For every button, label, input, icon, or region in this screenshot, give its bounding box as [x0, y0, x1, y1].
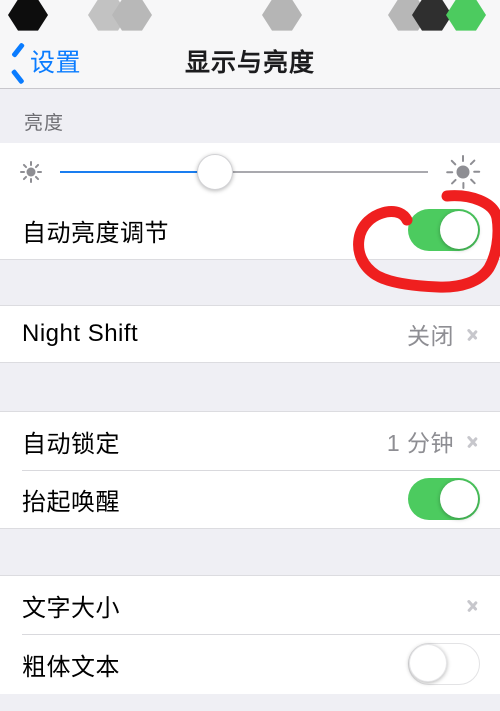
raise-to-wake-label: 抬起唤醒 — [22, 488, 120, 516]
text-group: 文字大小 粗体文本 — [0, 576, 500, 694]
sun-ray — [37, 171, 42, 173]
night-shift-label: Night Shift — [22, 320, 139, 347]
night-shift-group: Night Shift 关闭 — [0, 306, 500, 362]
chevron-right-icon — [468, 595, 480, 615]
text-size-row[interactable]: 文字大小 — [0, 576, 500, 634]
auto-brightness-label: 自动亮度调节 — [22, 219, 169, 247]
sun-ray — [22, 163, 28, 169]
toggle-knob — [440, 211, 478, 249]
sun-ray — [461, 182, 465, 189]
auto-lock-label: 自动锁定 — [22, 430, 120, 458]
text-size-label: 文字大小 — [22, 594, 120, 622]
sun-small-icon — [18, 159, 44, 185]
raise-to-wake-row[interactable]: 抬起唤醒 — [0, 470, 500, 528]
sun-ray — [20, 171, 25, 173]
auto-lock-row[interactable]: 自动锁定 1 分钟 — [0, 412, 500, 470]
sun-ray — [461, 155, 465, 162]
sun-ray — [22, 175, 28, 181]
section-gap-2 — [0, 362, 500, 412]
status-bar-hex-block — [8, 0, 48, 31]
sun-ray — [446, 170, 454, 174]
display-and-brightness-screen: 设置 显示与亮度 亮度 自动亮度调节 Night Shift 关闭 自动锁定 1… — [0, 0, 500, 711]
sun-ray — [30, 178, 32, 183]
bold-text-row[interactable]: 粗体文本 — [0, 634, 500, 694]
section-gap-1 — [0, 259, 500, 306]
bold-text-label: 粗体文本 — [22, 653, 120, 681]
sun-ray — [473, 170, 481, 174]
sun-large-icon — [444, 153, 482, 191]
sun-ray — [469, 178, 476, 185]
chevron-right-icon — [468, 324, 480, 344]
brightness-slider-track[interactable] — [60, 154, 428, 190]
night-shift-value: 关闭 — [407, 323, 454, 349]
section-gap-3 — [0, 528, 500, 576]
chevron-right-icon — [468, 431, 480, 451]
raise-to-wake-toggle[interactable] — [408, 478, 480, 520]
brightness-group: 自动亮度调节 — [0, 143, 500, 259]
status-bar — [0, 0, 500, 33]
sun-ray — [30, 161, 32, 166]
status-bar-hex-block — [446, 0, 486, 31]
sun-core — [456, 165, 470, 179]
settings-content: 亮度 自动亮度调节 Night Shift 关闭 自动锁定 1 分钟 抬起唤醒 … — [0, 89, 500, 694]
bold-text-toggle[interactable] — [408, 643, 480, 685]
sun-ray — [34, 163, 40, 169]
sun-ray — [450, 178, 457, 185]
page-title: 显示与亮度 — [184, 49, 315, 77]
lock-group: 自动锁定 1 分钟 抬起唤醒 — [0, 412, 500, 528]
auto-lock-value: 1 分钟 — [386, 430, 454, 456]
brightness-slider-row[interactable] — [0, 143, 500, 201]
toggle-knob — [409, 644, 447, 682]
sun-core — [26, 167, 36, 177]
toggle-knob — [440, 480, 478, 518]
slider-thumb[interactable] — [196, 154, 233, 190]
brightness-section-header: 亮度 — [0, 89, 500, 143]
night-shift-row[interactable]: Night Shift 关闭 — [0, 306, 500, 362]
status-bar-hex-block — [262, 0, 302, 31]
sun-ray — [450, 159, 457, 166]
auto-brightness-row[interactable]: 自动亮度调节 — [0, 201, 500, 259]
navigation-bar: 设置 显示与亮度 — [0, 33, 500, 89]
sun-ray — [34, 175, 40, 181]
auto-brightness-toggle[interactable] — [408, 209, 480, 251]
sun-ray — [469, 159, 476, 166]
slider-track-fill — [60, 171, 215, 173]
